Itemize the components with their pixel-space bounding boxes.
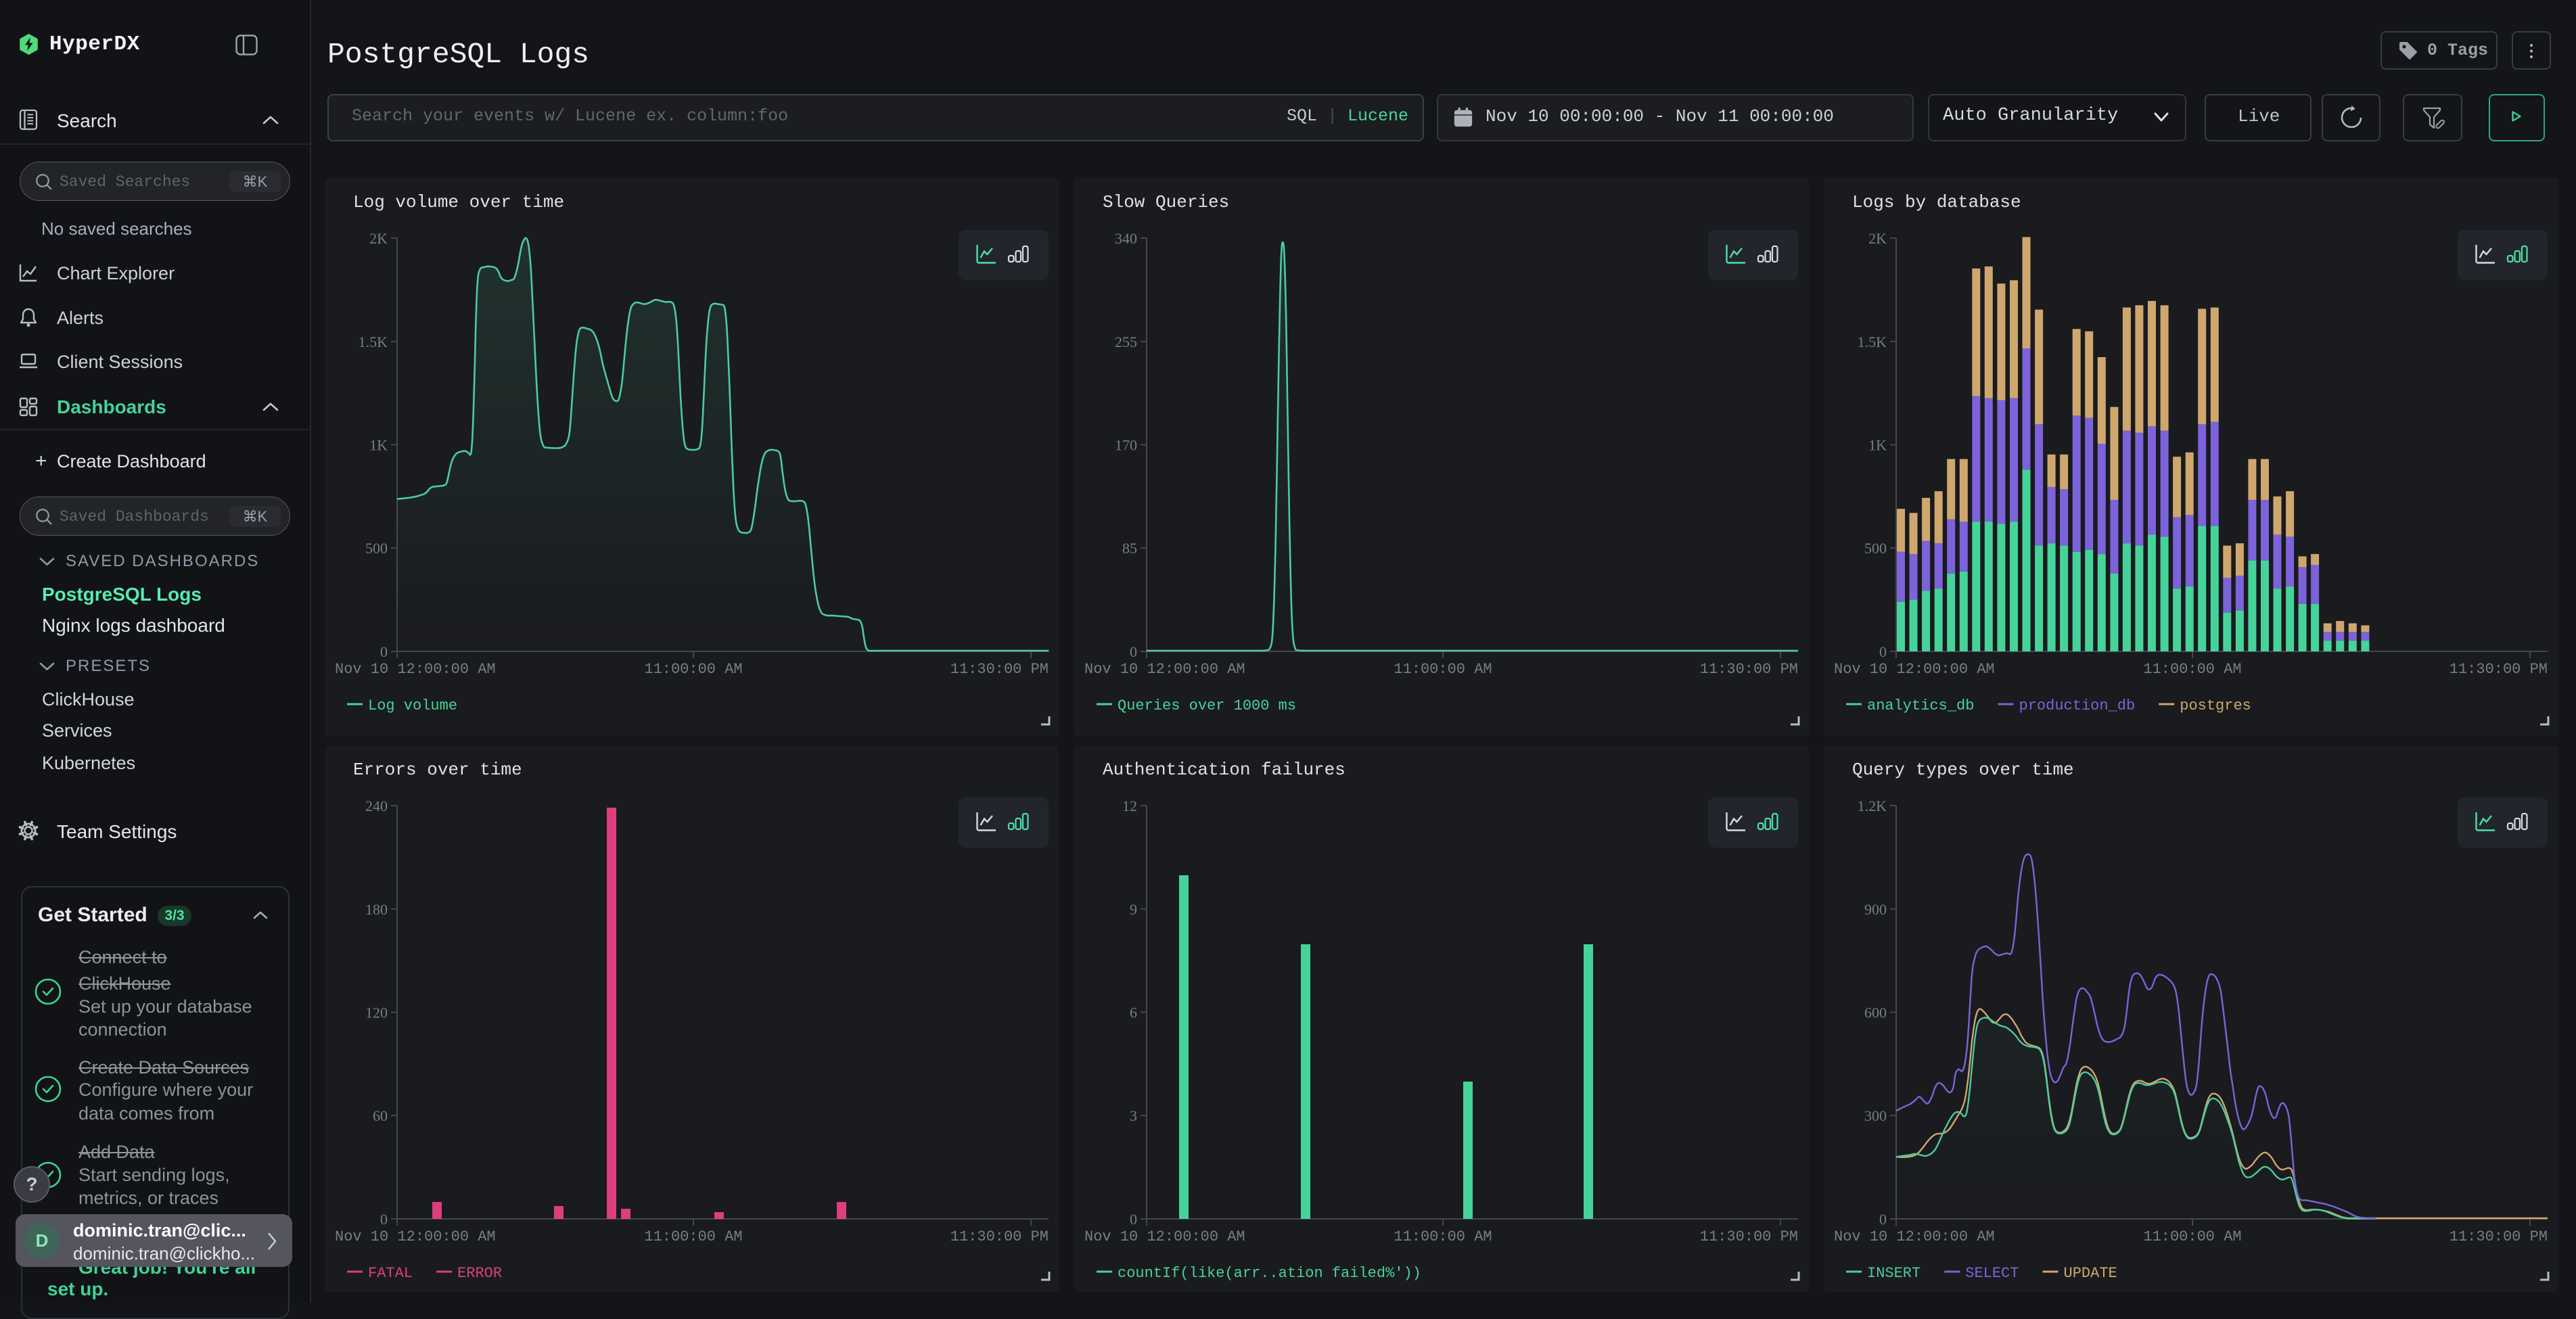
- svg-text:SELECT: SELECT: [1965, 1265, 2019, 1282]
- svg-text:11:00:00 AM: 11:00:00 AM: [1394, 1228, 1492, 1245]
- svg-text:180: 180: [365, 901, 388, 918]
- svg-text:12: 12: [1122, 797, 1137, 814]
- svg-text:Queries over 1000 ms: Queries over 1000 ms: [1118, 697, 1296, 714]
- svg-text:11:30:00 PM: 11:30:00 PM: [1700, 1228, 1798, 1245]
- svg-text:500: 500: [365, 540, 388, 557]
- svg-text:0: 0: [380, 643, 388, 660]
- svg-text:0: 0: [1130, 1211, 1137, 1228]
- svg-text:0: 0: [1879, 1211, 1887, 1228]
- svg-text:170: 170: [1115, 437, 1137, 454]
- svg-text:240: 240: [365, 797, 388, 814]
- svg-text:1.2K: 1.2K: [1858, 797, 1887, 814]
- svg-text:0: 0: [380, 1211, 388, 1228]
- svg-text:255: 255: [1115, 333, 1137, 350]
- svg-text:1K: 1K: [369, 437, 388, 454]
- svg-text:300: 300: [1864, 1107, 1887, 1124]
- svg-text:11:30:00 PM: 11:30:00 PM: [2450, 661, 2548, 678]
- svg-text:11:00:00 AM: 11:00:00 AM: [1394, 661, 1492, 678]
- svg-text:Query types over time: Query types over time: [1852, 760, 2074, 780]
- svg-text:120: 120: [365, 1004, 388, 1021]
- svg-text:11:00:00 AM: 11:00:00 AM: [2143, 661, 2241, 678]
- svg-text:0: 0: [1130, 643, 1137, 660]
- svg-text:Nov 10 12:00:00 AM: Nov 10 12:00:00 AM: [1084, 661, 1245, 678]
- svg-text:9: 9: [1130, 901, 1137, 918]
- svg-text:11:30:00 PM: 11:30:00 PM: [950, 1228, 1049, 1245]
- svg-text:11:30:00 PM: 11:30:00 PM: [950, 661, 1049, 678]
- svg-text:INSERT: INSERT: [1867, 1265, 1920, 1282]
- svg-text:11:00:00 AM: 11:00:00 AM: [2143, 1228, 2241, 1245]
- svg-text:Authentication failures: Authentication failures: [1103, 760, 1346, 780]
- svg-text:Errors over time: Errors over time: [353, 760, 522, 780]
- svg-text:1.5K: 1.5K: [1858, 333, 1887, 350]
- svg-text:60: 60: [373, 1107, 388, 1124]
- svg-text:Log volume: Log volume: [368, 697, 457, 714]
- svg-text:Nov 10 12:00:00 AM: Nov 10 12:00:00 AM: [335, 1228, 496, 1245]
- svg-text:FATAL: FATAL: [368, 1265, 413, 1282]
- svg-text:2K: 2K: [369, 230, 388, 247]
- svg-text:UPDATE: UPDATE: [2064, 1265, 2117, 1282]
- svg-text:Slow Queries: Slow Queries: [1103, 192, 1229, 212]
- svg-text:3: 3: [1130, 1107, 1137, 1124]
- svg-text:Nov 10 12:00:00 AM: Nov 10 12:00:00 AM: [1084, 1228, 1245, 1245]
- svg-text:2K: 2K: [1868, 230, 1887, 247]
- svg-text:340: 340: [1115, 230, 1137, 247]
- svg-text:0: 0: [1879, 643, 1887, 660]
- svg-text:Logs by database: Logs by database: [1852, 192, 2021, 212]
- svg-text:500: 500: [1864, 540, 1887, 557]
- svg-text:11:00:00 AM: 11:00:00 AM: [644, 661, 742, 678]
- svg-text:Nov 10 12:00:00 AM: Nov 10 12:00:00 AM: [1834, 661, 1995, 678]
- svg-text:Nov 10 12:00:00 AM: Nov 10 12:00:00 AM: [1834, 1228, 1995, 1245]
- svg-text:production_db: production_db: [2019, 697, 2136, 714]
- svg-text:85: 85: [1122, 540, 1137, 557]
- svg-text:6: 6: [1130, 1004, 1137, 1021]
- svg-text:analytics_db: analytics_db: [1867, 697, 1974, 714]
- svg-text:600: 600: [1864, 1004, 1887, 1021]
- svg-text:ERROR: ERROR: [457, 1265, 502, 1282]
- svg-text:countIf(like(arr..ation failed: countIf(like(arr..ation failed%')): [1118, 1265, 1421, 1282]
- svg-text:1.5K: 1.5K: [359, 333, 388, 350]
- svg-text:11:30:00 PM: 11:30:00 PM: [1700, 661, 1798, 678]
- svg-text:postgres: postgres: [2180, 697, 2251, 714]
- svg-text:11:00:00 AM: 11:00:00 AM: [644, 1228, 742, 1245]
- svg-text:Log volume over time: Log volume over time: [353, 192, 564, 212]
- svg-text:Nov 10 12:00:00 AM: Nov 10 12:00:00 AM: [335, 661, 496, 678]
- svg-text:1K: 1K: [1868, 437, 1887, 454]
- svg-text:11:30:00 PM: 11:30:00 PM: [2450, 1228, 2548, 1245]
- svg-text:900: 900: [1864, 901, 1887, 918]
